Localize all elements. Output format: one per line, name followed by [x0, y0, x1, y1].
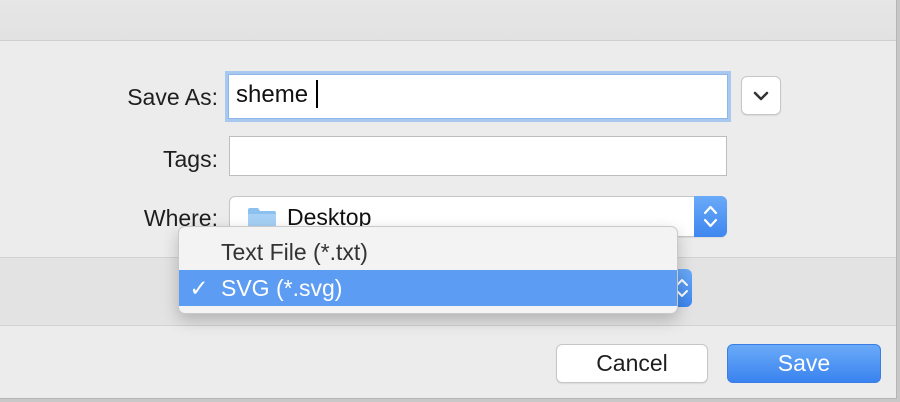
- checkmark-icon: ✓: [189, 275, 209, 301]
- chevron-down-icon: [753, 91, 769, 101]
- where-stepper[interactable]: [694, 196, 727, 237]
- save-as-label: Save As:: [127, 84, 218, 110]
- up-down-arrows-icon: [703, 205, 718, 228]
- save-button[interactable]: Save: [727, 344, 881, 383]
- save-dialog: Save As: sheme Tags: Where: Desktop Text…: [0, 0, 897, 399]
- tags-label: Tags:: [163, 146, 218, 172]
- menu-item-text-file[interactable]: Text File (*.txt): [179, 234, 677, 270]
- menu-item-label: SVG (*.svg): [221, 275, 343, 301]
- expand-dialog-button[interactable]: [741, 76, 781, 115]
- save-as-value: sheme: [236, 81, 309, 108]
- menu-item-svg[interactable]: ✓ SVG (*.svg): [179, 270, 677, 306]
- dialog-title-strip: [0, 0, 896, 41]
- file-format-menu: Text File (*.txt) ✓ SVG (*.svg): [178, 226, 678, 314]
- tags-field[interactable]: [229, 136, 727, 176]
- text-caret: [316, 80, 318, 108]
- menu-item-label: Text File (*.txt): [221, 239, 368, 265]
- cancel-button[interactable]: Cancel: [556, 344, 708, 383]
- save-as-field[interactable]: sheme: [228, 74, 728, 119]
